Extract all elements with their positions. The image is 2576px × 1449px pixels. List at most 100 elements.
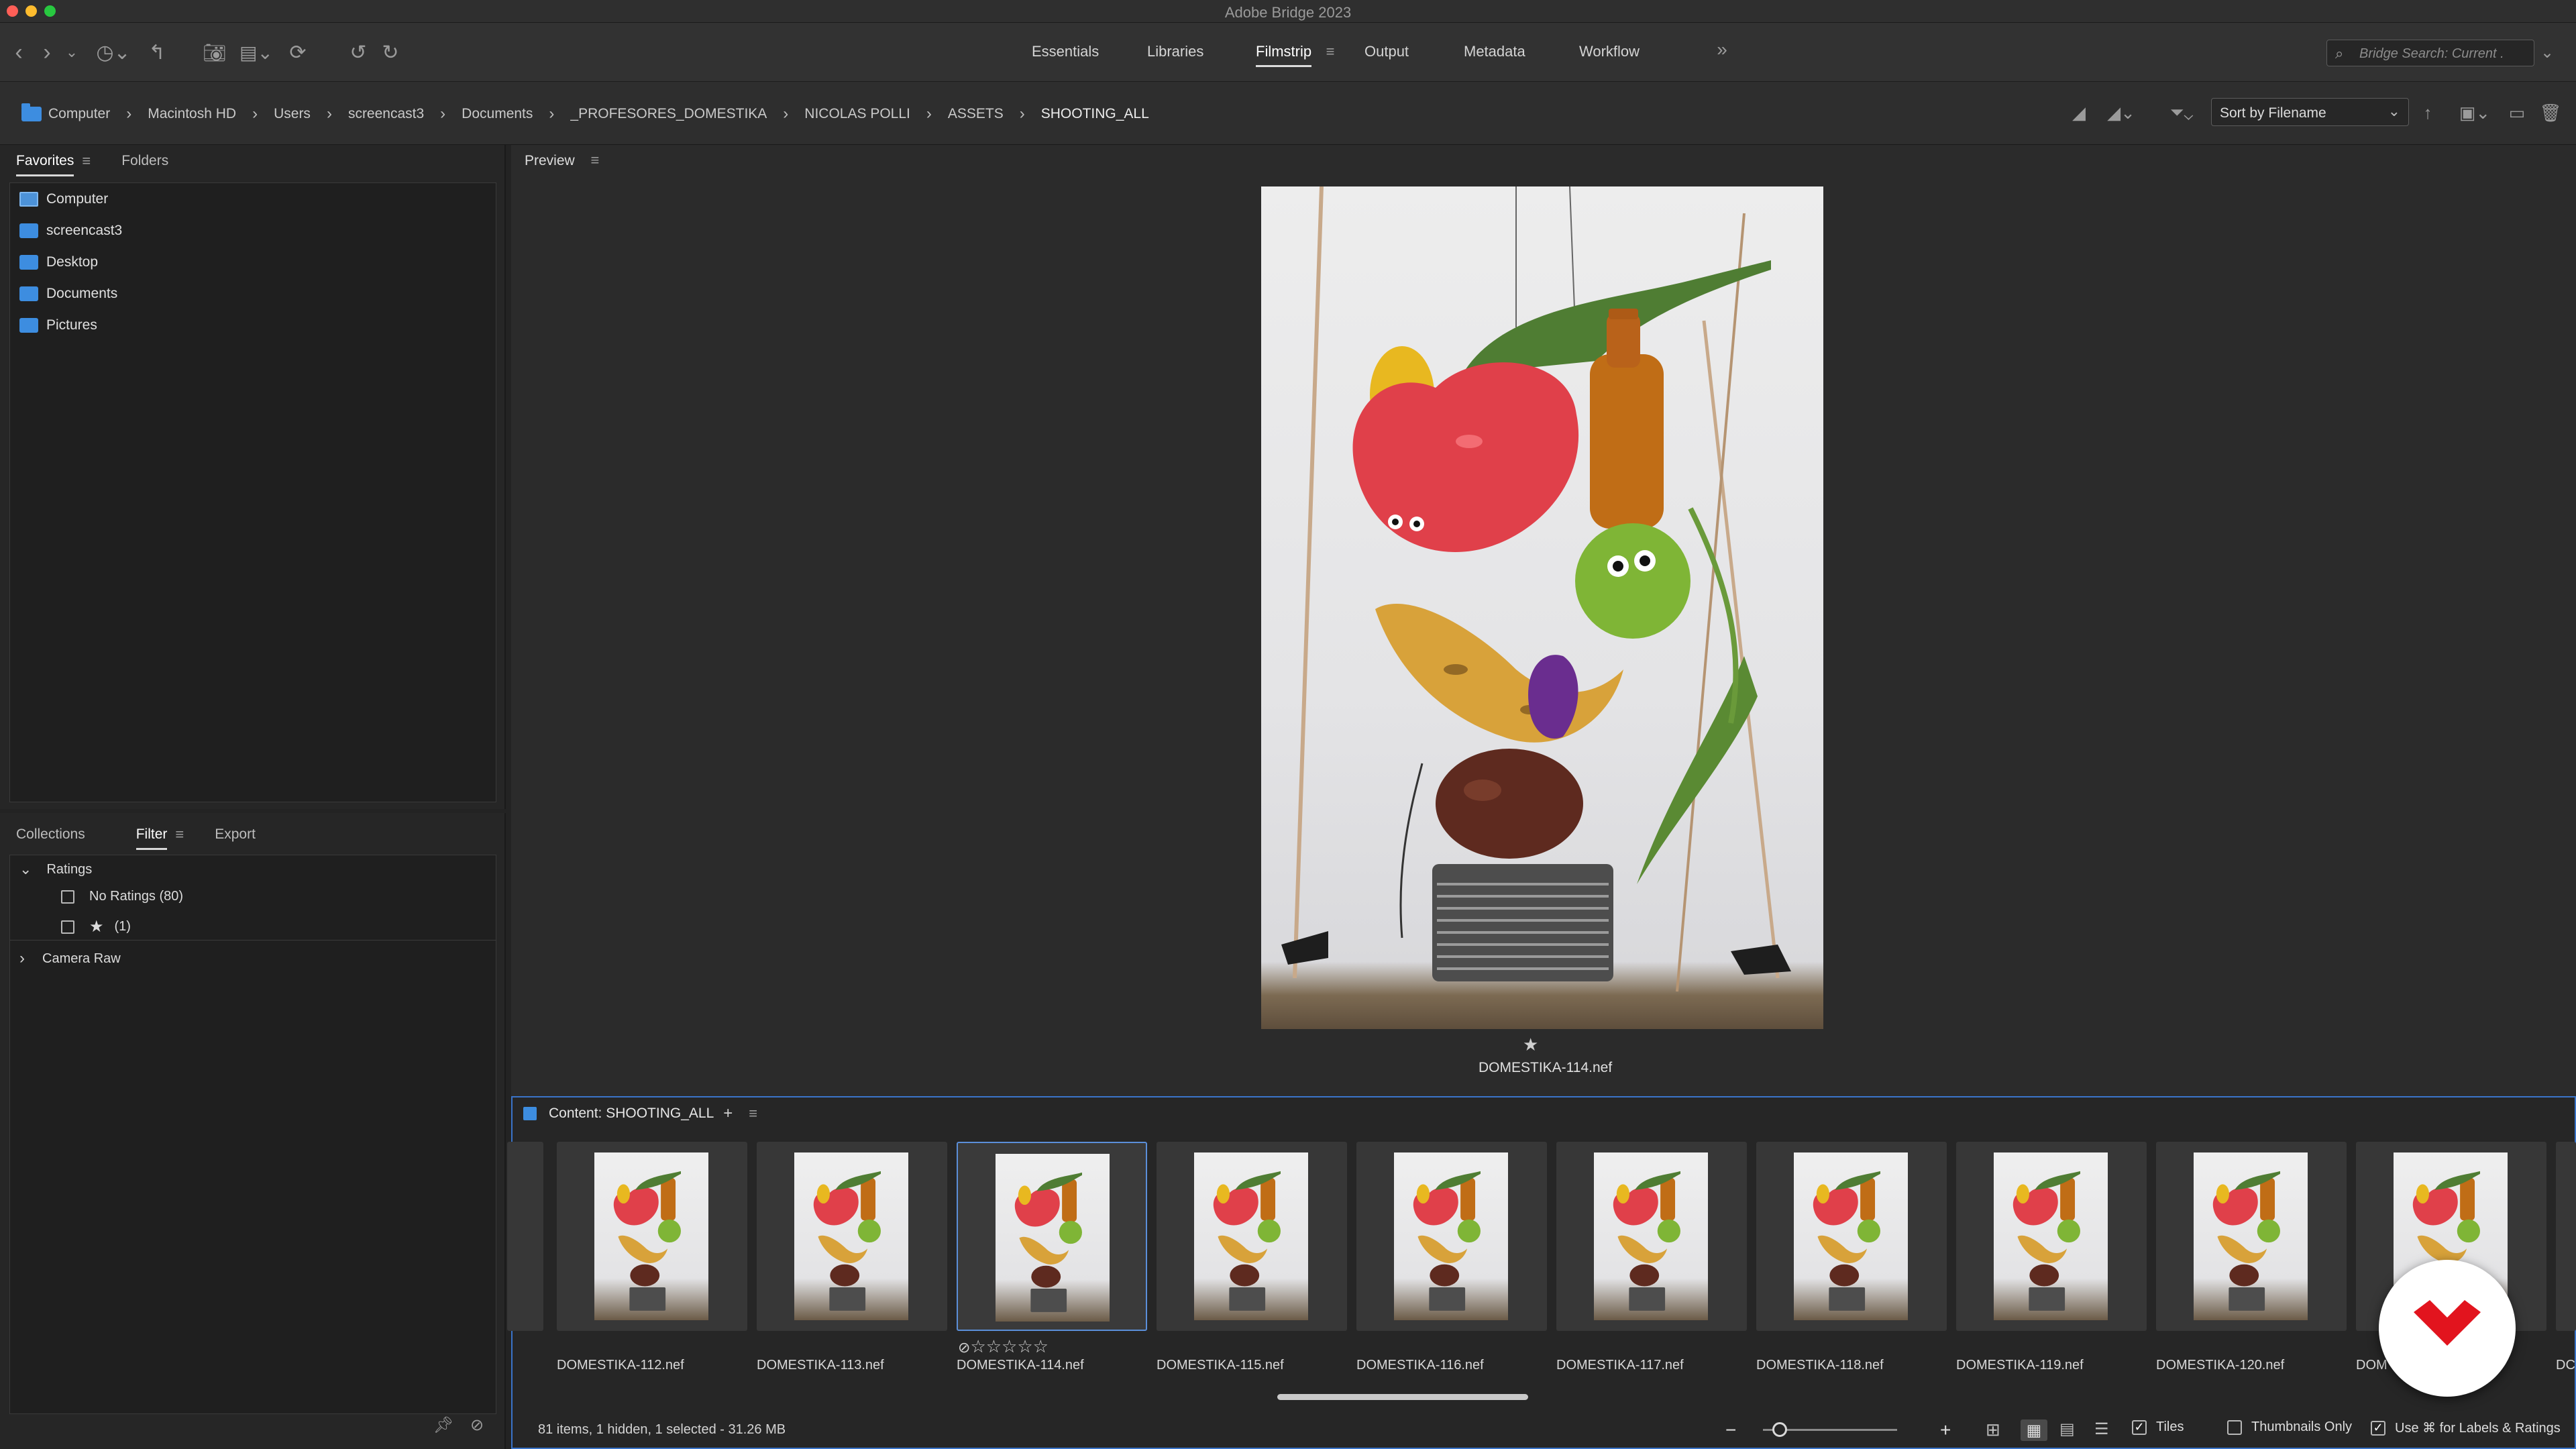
- ratings-group[interactable]: ⌄ Ratings: [19, 861, 92, 878]
- get-photos-icon[interactable]: 📷︎: [200, 39, 229, 66]
- search-options-chevron-icon[interactable]: ⌄: [2537, 39, 2557, 66]
- reject-icon[interactable]: ⊘: [958, 1339, 970, 1356]
- checkbox-checked[interactable]: ✓: [2132, 1419, 2147, 1435]
- keep-filter-pin-icon[interactable]: 📌︎: [433, 1411, 453, 1438]
- thumbnail[interactable]: [1556, 1142, 1747, 1331]
- chevron-right-icon[interactable]: ›: [440, 105, 445, 123]
- chevron-right-icon[interactable]: ›: [549, 105, 554, 123]
- breadcrumb-item[interactable]: ASSETS: [948, 106, 1004, 122]
- checkbox[interactable]: [61, 890, 74, 904]
- ascending-order-icon[interactable]: ↑: [2416, 99, 2439, 126]
- breadcrumb-current[interactable]: SHOOTING_ALL: [1041, 106, 1149, 122]
- rotate-left-icon[interactable]: ↺: [343, 39, 373, 66]
- open-in-camera-raw-icon[interactable]: ⟳: [284, 39, 311, 66]
- quality-options-icon[interactable]: ◢: [2068, 99, 2090, 126]
- chevron-right-icon[interactable]: ›: [926, 105, 932, 123]
- thumbnail[interactable]: [1157, 1142, 1347, 1331]
- favorite-desktop[interactable]: Desktop: [19, 254, 98, 270]
- lock-grid-icon[interactable]: ⊞: [1986, 1419, 2000, 1440]
- open-recent-file-icon[interactable]: ▣⌄: [2454, 99, 2496, 126]
- slider-handle[interactable]: [1772, 1421, 1787, 1437]
- breadcrumb-item[interactable]: Documents: [462, 106, 533, 122]
- panel-menu-icon[interactable]: ≡: [591, 152, 600, 169]
- panel-menu-icon[interactable]: ≡: [175, 826, 184, 843]
- breadcrumb-item[interactable]: _PROFESORES_DOMESTIKA: [570, 106, 767, 122]
- zoom-out-icon[interactable]: −: [1725, 1419, 1736, 1441]
- filter-by-rating-icon[interactable]: ◢⌄: [2101, 99, 2141, 126]
- breadcrumb-item[interactable]: screencast3: [348, 106, 424, 122]
- panel-menu-icon[interactable]: ≡: [749, 1105, 757, 1122]
- thumbnail[interactable]: [1956, 1142, 2147, 1331]
- labels-ratings-option[interactable]: ✓ Use ⌘ for Labels & Ratings: [2371, 1419, 2561, 1436]
- return-to-app-icon[interactable]: ↰: [144, 39, 170, 66]
- thumbnail[interactable]: [2156, 1142, 2347, 1331]
- zoom-in-icon[interactable]: +: [1940, 1419, 1951, 1441]
- workspace-metadata[interactable]: Metadata: [1464, 43, 1525, 60]
- add-tab-icon[interactable]: +: [723, 1104, 733, 1123]
- back-icon[interactable]: ‹: [5, 39, 32, 66]
- breadcrumb-item[interactable]: Computer: [48, 106, 110, 122]
- panel-menu-icon[interactable]: ≡: [82, 152, 91, 170]
- preview-image[interactable]: [1261, 186, 1823, 1029]
- thumbnail[interactable]: [1356, 1142, 1547, 1331]
- delete-icon[interactable]: 🗑︎: [2538, 99, 2563, 126]
- view-details-icon[interactable]: ▤: [2059, 1419, 2075, 1439]
- workspace-filmstrip[interactable]: Filmstrip: [1256, 43, 1312, 67]
- forward-icon[interactable]: ›: [34, 39, 60, 66]
- tab-filter[interactable]: Filter: [136, 826, 167, 850]
- workspace-menu-icon[interactable]: ≡: [1320, 42, 1340, 62]
- camera-raw-group[interactable]: › Camera Raw: [19, 949, 121, 968]
- view-thumbnails-icon[interactable]: ▦: [2021, 1419, 2047, 1441]
- thumbnail[interactable]: [557, 1142, 747, 1331]
- favorite-screencast3[interactable]: screencast3: [19, 223, 122, 239]
- workspace-essentials[interactable]: Essentials: [1032, 43, 1099, 60]
- chevron-right-icon[interactable]: ›: [783, 105, 788, 123]
- no-ratings-filter[interactable]: No Ratings (80): [61, 889, 183, 904]
- thumbnail[interactable]: [1756, 1142, 1947, 1331]
- refine-icon[interactable]: ▤⌄: [235, 39, 278, 66]
- bridge-search-input[interactable]: ⌕ Bridge Search: Current .: [2326, 40, 2534, 66]
- sort-dropdown[interactable]: Sort by Filename ⌄: [2211, 98, 2409, 126]
- chevron-right-icon[interactable]: ›: [1020, 105, 1025, 123]
- breadcrumb-item[interactable]: NICOLAS POLLI: [804, 106, 910, 122]
- checkbox-checked[interactable]: ✓: [2371, 1420, 2385, 1436]
- more-workspaces-icon[interactable]: »: [1712, 38, 1732, 62]
- favorite-computer[interactable]: Computer: [19, 191, 108, 207]
- breadcrumb-item[interactable]: Macintosh HD: [148, 106, 236, 122]
- rating-stars[interactable]: ☆☆☆☆☆: [970, 1336, 1049, 1356]
- filter-items-icon[interactable]: ⏷⌄: [2161, 99, 2202, 126]
- tab-collections[interactable]: Collections: [16, 826, 85, 843]
- chevron-right-icon[interactable]: ›: [252, 105, 258, 123]
- thumbnail[interactable]: [757, 1142, 947, 1331]
- checkbox[interactable]: [61, 920, 74, 934]
- clear-filter-icon[interactable]: ⊘: [467, 1411, 487, 1438]
- workspace-output[interactable]: Output: [1364, 43, 1409, 60]
- workspace-workflow[interactable]: Workflow: [1579, 43, 1640, 60]
- favorite-documents[interactable]: Documents: [19, 286, 117, 302]
- thumbnail-size-slider[interactable]: [1763, 1419, 1897, 1440]
- thumbnail-partial[interactable]: [2556, 1142, 2576, 1331]
- tab-favorites[interactable]: Favorites: [16, 153, 74, 176]
- thumbnails-only-option[interactable]: Thumbnails Only: [2227, 1419, 2352, 1435]
- tab-export[interactable]: Export: [215, 826, 256, 843]
- chevron-down-icon[interactable]: ⌄: [62, 39, 82, 66]
- chevron-right-icon[interactable]: ›: [327, 105, 332, 123]
- tab-folders[interactable]: Folders: [121, 153, 168, 169]
- recent-history-icon[interactable]: ◷⌄: [91, 39, 136, 66]
- thumbnail-partial[interactable]: [507, 1142, 543, 1331]
- preview-rating-star-icon[interactable]: ★: [1523, 1034, 1538, 1055]
- tiles-option[interactable]: ✓ Tiles: [2132, 1419, 2184, 1435]
- rotate-right-icon[interactable]: ↻: [376, 39, 405, 66]
- view-list-icon[interactable]: ☰: [2094, 1419, 2109, 1439]
- horizontal-scrollbar[interactable]: [1277, 1394, 1528, 1400]
- checkbox[interactable]: [2227, 1419, 2242, 1435]
- chevron-right-icon[interactable]: ›: [126, 105, 131, 123]
- thumbnail-selected[interactable]: ⊘☆☆☆☆☆: [957, 1142, 1147, 1356]
- workspace-libraries[interactable]: Libraries: [1147, 43, 1203, 60]
- thumbnail-rating[interactable]: ⊘☆☆☆☆☆: [958, 1336, 1049, 1357]
- favorite-pictures[interactable]: Pictures: [19, 317, 97, 333]
- labels-ratings-label: Use ⌘ for Labels & Ratings: [2395, 1421, 2561, 1436]
- one-star-filter[interactable]: ★ (1): [61, 917, 131, 936]
- new-folder-icon[interactable]: ▭: [2505, 99, 2529, 126]
- breadcrumb-item[interactable]: Users: [274, 106, 311, 122]
